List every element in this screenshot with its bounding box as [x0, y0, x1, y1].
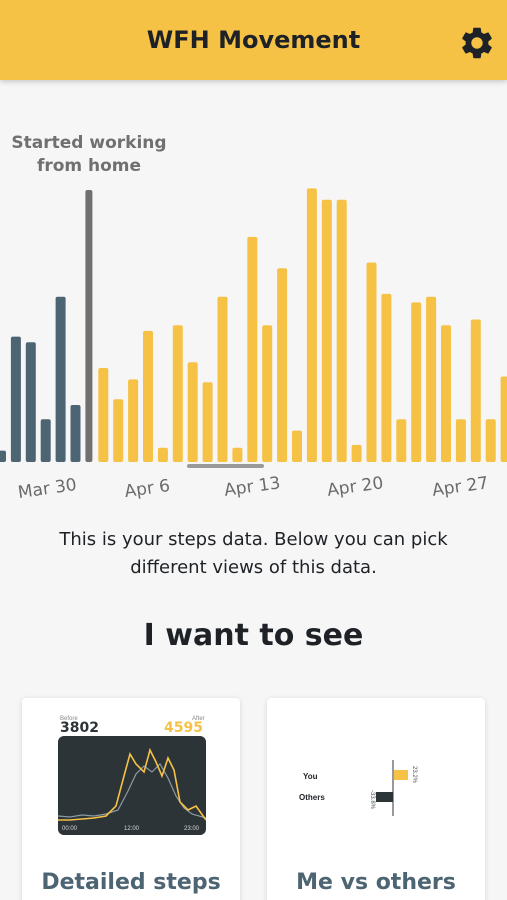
time-tick: 00:00 [62, 826, 78, 832]
after-bar [292, 430, 302, 462]
x-tick-label: Apr 6 [123, 476, 171, 502]
before-bar [70, 405, 81, 462]
after-bar [98, 367, 109, 462]
after-bar [396, 419, 407, 462]
detailed-steps-card[interactable]: Before 3802 After 4595 00:00 12:00 23:00… [22, 698, 240, 900]
wfh-annotation: Started working [11, 133, 166, 153]
after-bar [143, 330, 153, 462]
after-bar [128, 379, 139, 462]
app-bar: WFH Movement [0, 0, 507, 80]
detailed-steps-title: Detailed steps [41, 870, 221, 895]
before-bar [0, 450, 6, 462]
after-bar [321, 199, 332, 463]
after-bar [336, 199, 347, 463]
others-bar [376, 792, 393, 802]
steps-chart[interactable]: Started working from home Mar 30 Apr 6 Apr 1… [0, 120, 507, 510]
mini-line-chart: 00:00 12:00 23:00 [57, 736, 207, 835]
after-bar [455, 419, 466, 462]
x-tick-label: Apr 27 [431, 473, 490, 501]
after-bar [172, 325, 183, 462]
after-bar [277, 268, 288, 462]
after-bar [485, 419, 496, 462]
after-bar [157, 447, 168, 462]
comparison-bars [376, 760, 408, 816]
after-value: 4595 [164, 720, 203, 736]
after-line [58, 747, 207, 821]
x-tick-label: Mar 30 [17, 475, 78, 503]
x-tick-label: Apr 20 [326, 473, 385, 501]
after-bar [113, 399, 124, 462]
before-bar [55, 296, 66, 462]
selection-indicator[interactable] [187, 464, 264, 468]
after-bar [306, 188, 317, 462]
you-value: 23.2% [411, 766, 417, 784]
after-bar [202, 382, 213, 462]
gear-icon [462, 27, 492, 59]
before-bar [25, 342, 36, 462]
after-bar [441, 325, 451, 462]
x-tick-label: Apr 13 [223, 473, 282, 501]
after-bar [500, 376, 507, 462]
after-bar [247, 236, 258, 462]
wfh-annotation: from home [37, 156, 141, 176]
start-wfh-marker [85, 190, 93, 462]
after-bar [351, 444, 362, 462]
time-tick: 12:00 [124, 826, 140, 832]
before-line [57, 763, 207, 819]
time-tick: 23:00 [184, 826, 200, 832]
you-label: You [303, 772, 318, 781]
after-bar [366, 262, 377, 462]
me-vs-others-title: Me vs others [296, 870, 456, 895]
after-bar [232, 447, 243, 462]
description-text: This is your steps data. Below you can p… [59, 529, 448, 578]
after-bar [411, 302, 422, 462]
mini-line-chart-svg [57, 747, 207, 821]
app-title: WFH Movement [146, 26, 361, 54]
you-bar [394, 770, 408, 780]
after-bar [217, 296, 228, 462]
after-bar [470, 319, 481, 462]
before-bar [40, 419, 51, 462]
settings-button[interactable] [458, 24, 496, 62]
steps-chart-container[interactable]: Started working from home Mar 30 Apr 6 Apr 1… [0, 120, 507, 510]
section-heading: I want to see [143, 618, 364, 653]
others-label: Others [299, 793, 325, 802]
after-bar [381, 293, 392, 462]
before-value: 3802 [60, 720, 99, 736]
before-bar [10, 336, 21, 462]
me-vs-others-card[interactable]: You Others 23.2% -33.8% Me vs others [267, 698, 485, 900]
after-bar [262, 325, 273, 462]
after-bar [187, 362, 198, 462]
others-value: -33.8% [369, 790, 375, 810]
after-bar [426, 296, 437, 462]
